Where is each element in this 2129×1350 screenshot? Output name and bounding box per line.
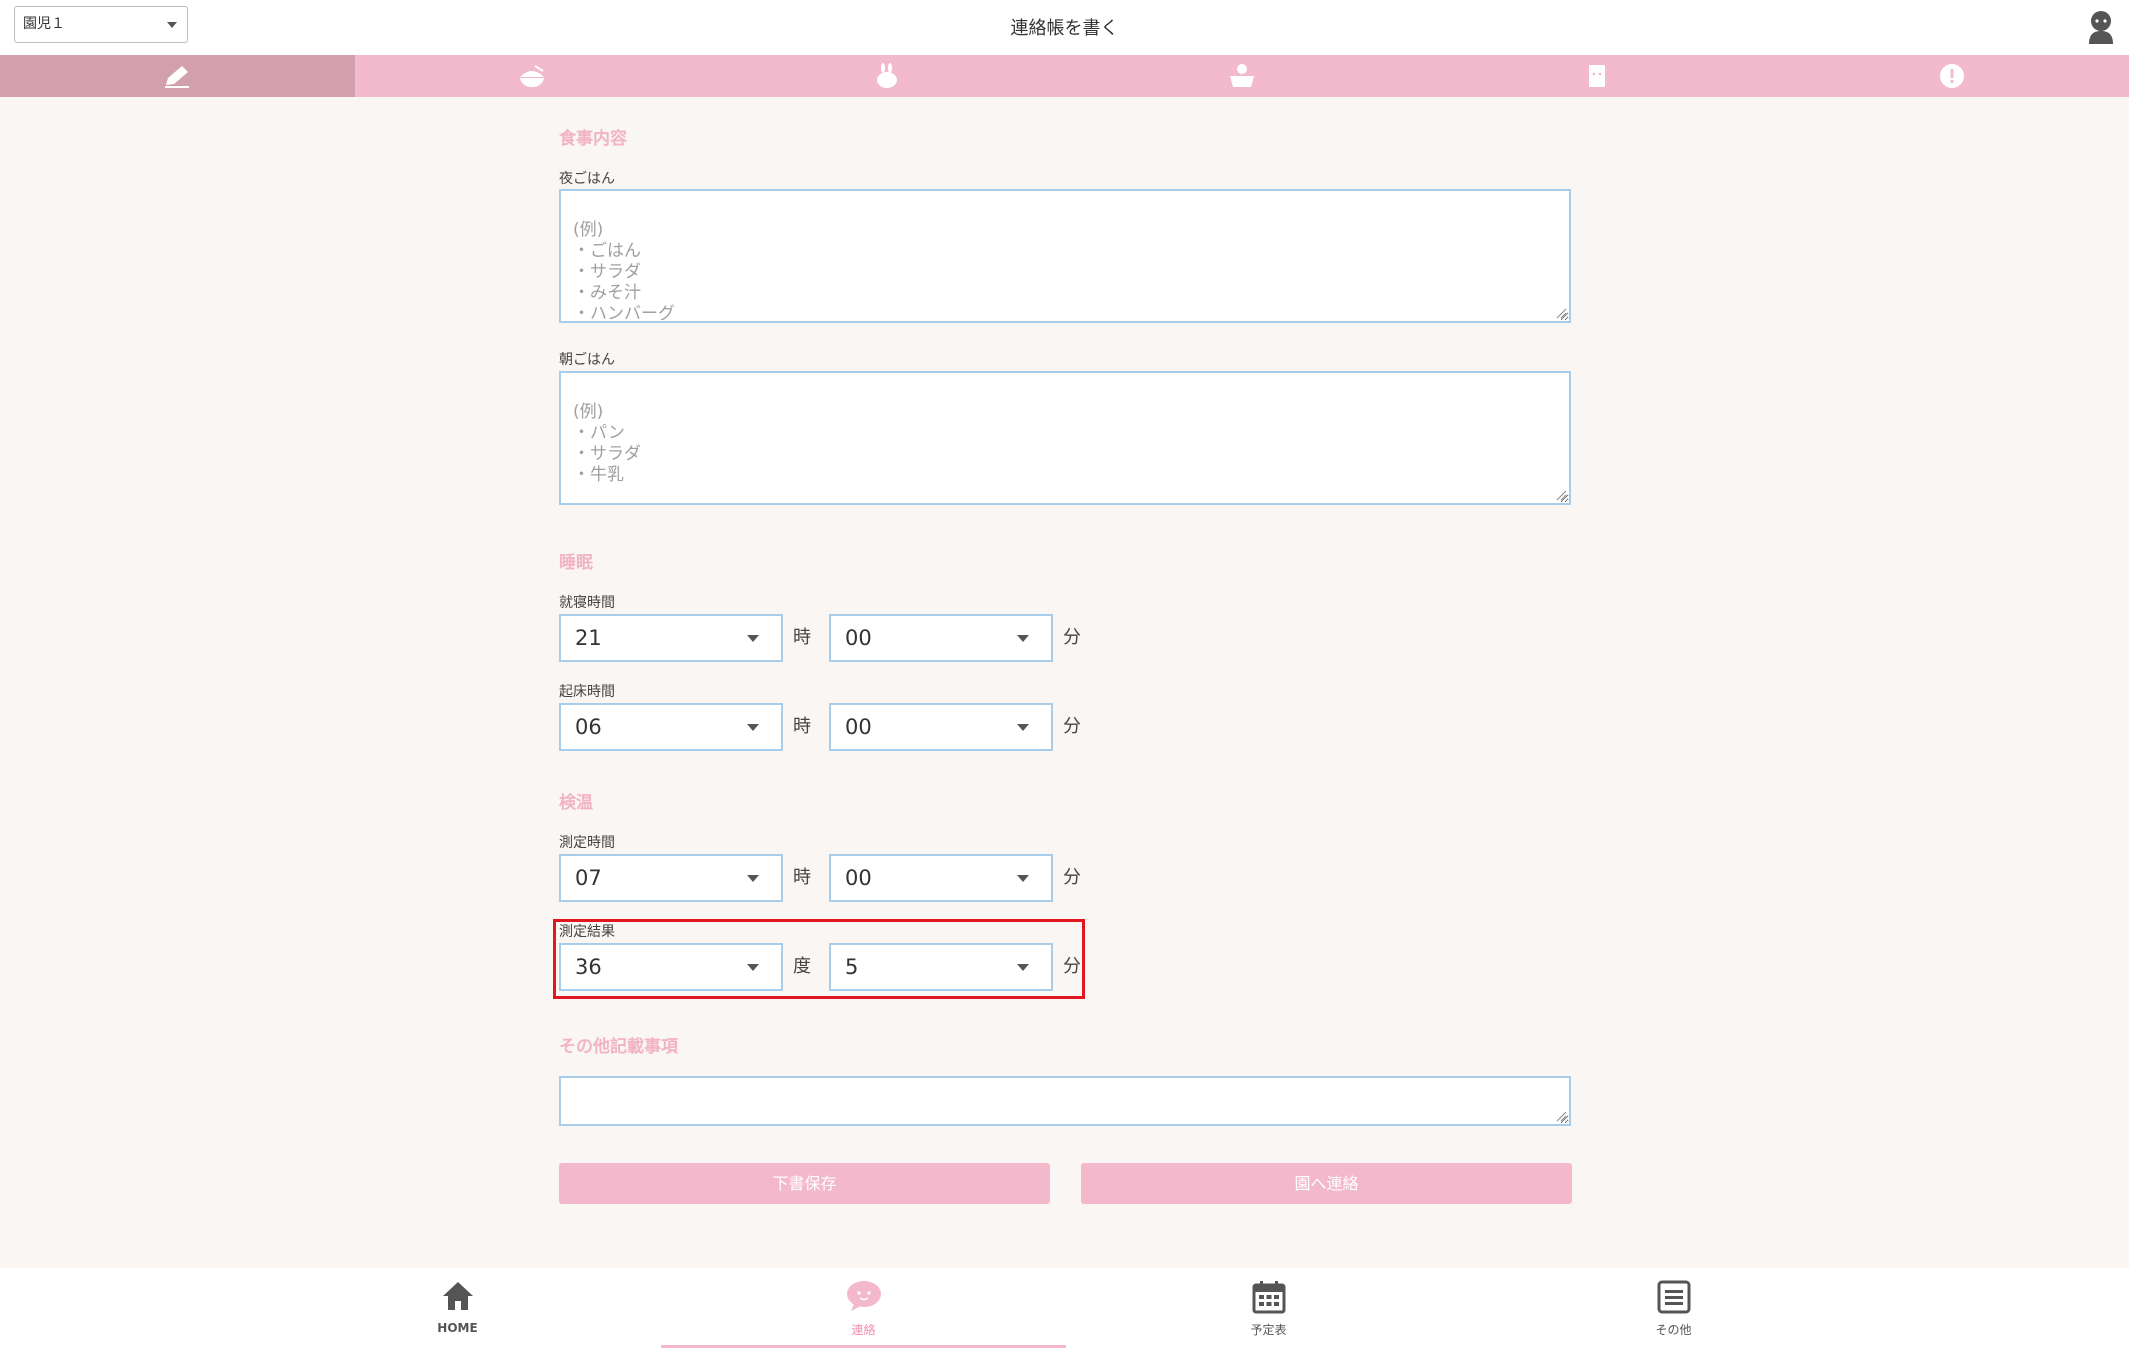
send-to-school-button[interactable]: 園へ連絡 [1081,1163,1572,1204]
bedtime-minute-unit: 分 [1063,627,1081,648]
nav-home-label: HOME [437,1321,478,1335]
child-select-value: 園児１ [23,16,65,32]
bedtime-label: 就寝時間 [559,595,615,611]
dinner-placeholder: (例) ・ごはん ・サラダ ・みそ汁 ・ハンバーグ [573,220,675,323]
chevron-down-icon [167,22,177,28]
bedtime-hour-value: 21 [575,626,602,650]
section-title-meals: 食事内容 [559,129,627,149]
tab-note[interactable] [1419,55,1774,97]
nav-contact-label: 連絡 [851,1323,876,1337]
chevron-down-icon [747,635,759,642]
home-icon [442,1282,473,1310]
nav-schedule[interactable]: 予定表 [1066,1268,1471,1350]
chevron-down-icon [747,875,759,882]
resize-grip-icon[interactable] [1555,489,1567,501]
measure-minute-select[interactable]: 00 [829,854,1053,902]
child-select[interactable]: 園児１ [14,6,188,43]
resize-grip-icon[interactable] [1555,307,1567,319]
calendar-icon [1252,1281,1285,1314]
nav-schedule-label: 予定表 [1250,1323,1287,1337]
chevron-down-icon [1017,875,1029,882]
wake-label: 起床時間 [559,684,615,700]
bowl-icon [520,65,545,87]
menu-icon [1657,1280,1690,1314]
nav-contact[interactable]: 連絡 [661,1268,1066,1350]
nav-home[interactable]: HOME [255,1268,660,1350]
other-notes-textarea[interactable] [559,1076,1571,1126]
breakfast-textarea[interactable]: (例) ・パン ・サラダ ・牛乳 [559,371,1571,505]
app-header: 連絡帳を書く 園児１ [0,0,2129,55]
bedtime-hour-unit: 時 [793,627,811,648]
bath-icon [1229,64,1254,87]
pencil-icon [165,66,190,88]
category-tabbar [0,55,2129,97]
bedtime-hour-select[interactable]: 21 [559,614,783,662]
breakfast-label: 朝ごはん [559,352,615,368]
measure-time-label: 測定時間 [559,835,615,851]
wake-hour-select[interactable]: 06 [559,703,783,751]
highlight-box [553,919,1085,999]
wake-hour-unit: 時 [793,716,811,737]
measure-minute-unit: 分 [1063,867,1081,888]
dinner-label: 夜ごはん [559,171,615,187]
rabbit-icon [877,63,898,88]
tab-alert[interactable] [1774,55,2129,97]
user-icon[interactable] [2087,10,2115,44]
section-title-other-notes: その他記載事項 [559,1037,678,1057]
measure-minute-value: 00 [845,866,872,890]
tab-meal[interactable] [355,55,710,97]
bedtime-minute-select[interactable]: 00 [829,614,1053,662]
bedtime-minute-value: 00 [845,626,872,650]
wake-hour-value: 06 [575,715,602,739]
tab-sleep[interactable] [710,55,1065,97]
chevron-down-icon [1017,724,1029,731]
nav-active-indicator [661,1345,1066,1348]
nav-other-label: その他 [1655,1323,1692,1337]
section-title-temperature: 検温 [559,793,593,813]
breakfast-placeholder: (例) ・パン ・サラダ ・牛乳 [573,402,641,485]
chat-icon [846,1281,881,1311]
resize-grip-icon[interactable] [1555,1110,1567,1122]
wake-minute-select[interactable]: 00 [829,703,1053,751]
save-draft-button[interactable]: 下書保存 [559,1163,1050,1204]
section-title-sleep: 睡眠 [559,553,593,573]
chevron-down-icon [1017,635,1029,642]
bottom-nav: HOME 連絡 予定表 その他 [0,1268,2129,1350]
note-icon [1588,65,1605,87]
wake-minute-unit: 分 [1063,716,1081,737]
nav-other[interactable]: その他 [1471,1268,1876,1350]
alert-icon [1939,64,1964,88]
measure-hour-unit: 時 [793,867,811,888]
wake-minute-value: 00 [845,715,872,739]
measure-hour-select[interactable]: 07 [559,854,783,902]
tab-bath[interactable] [1064,55,1419,97]
dinner-textarea[interactable]: (例) ・ごはん ・サラダ ・みそ汁 ・ハンバーグ [559,189,1571,323]
measure-hour-value: 07 [575,866,602,890]
page-title: 連絡帳を書く [1010,18,1119,39]
chevron-down-icon [747,724,759,731]
tab-contact-write[interactable] [0,55,355,97]
